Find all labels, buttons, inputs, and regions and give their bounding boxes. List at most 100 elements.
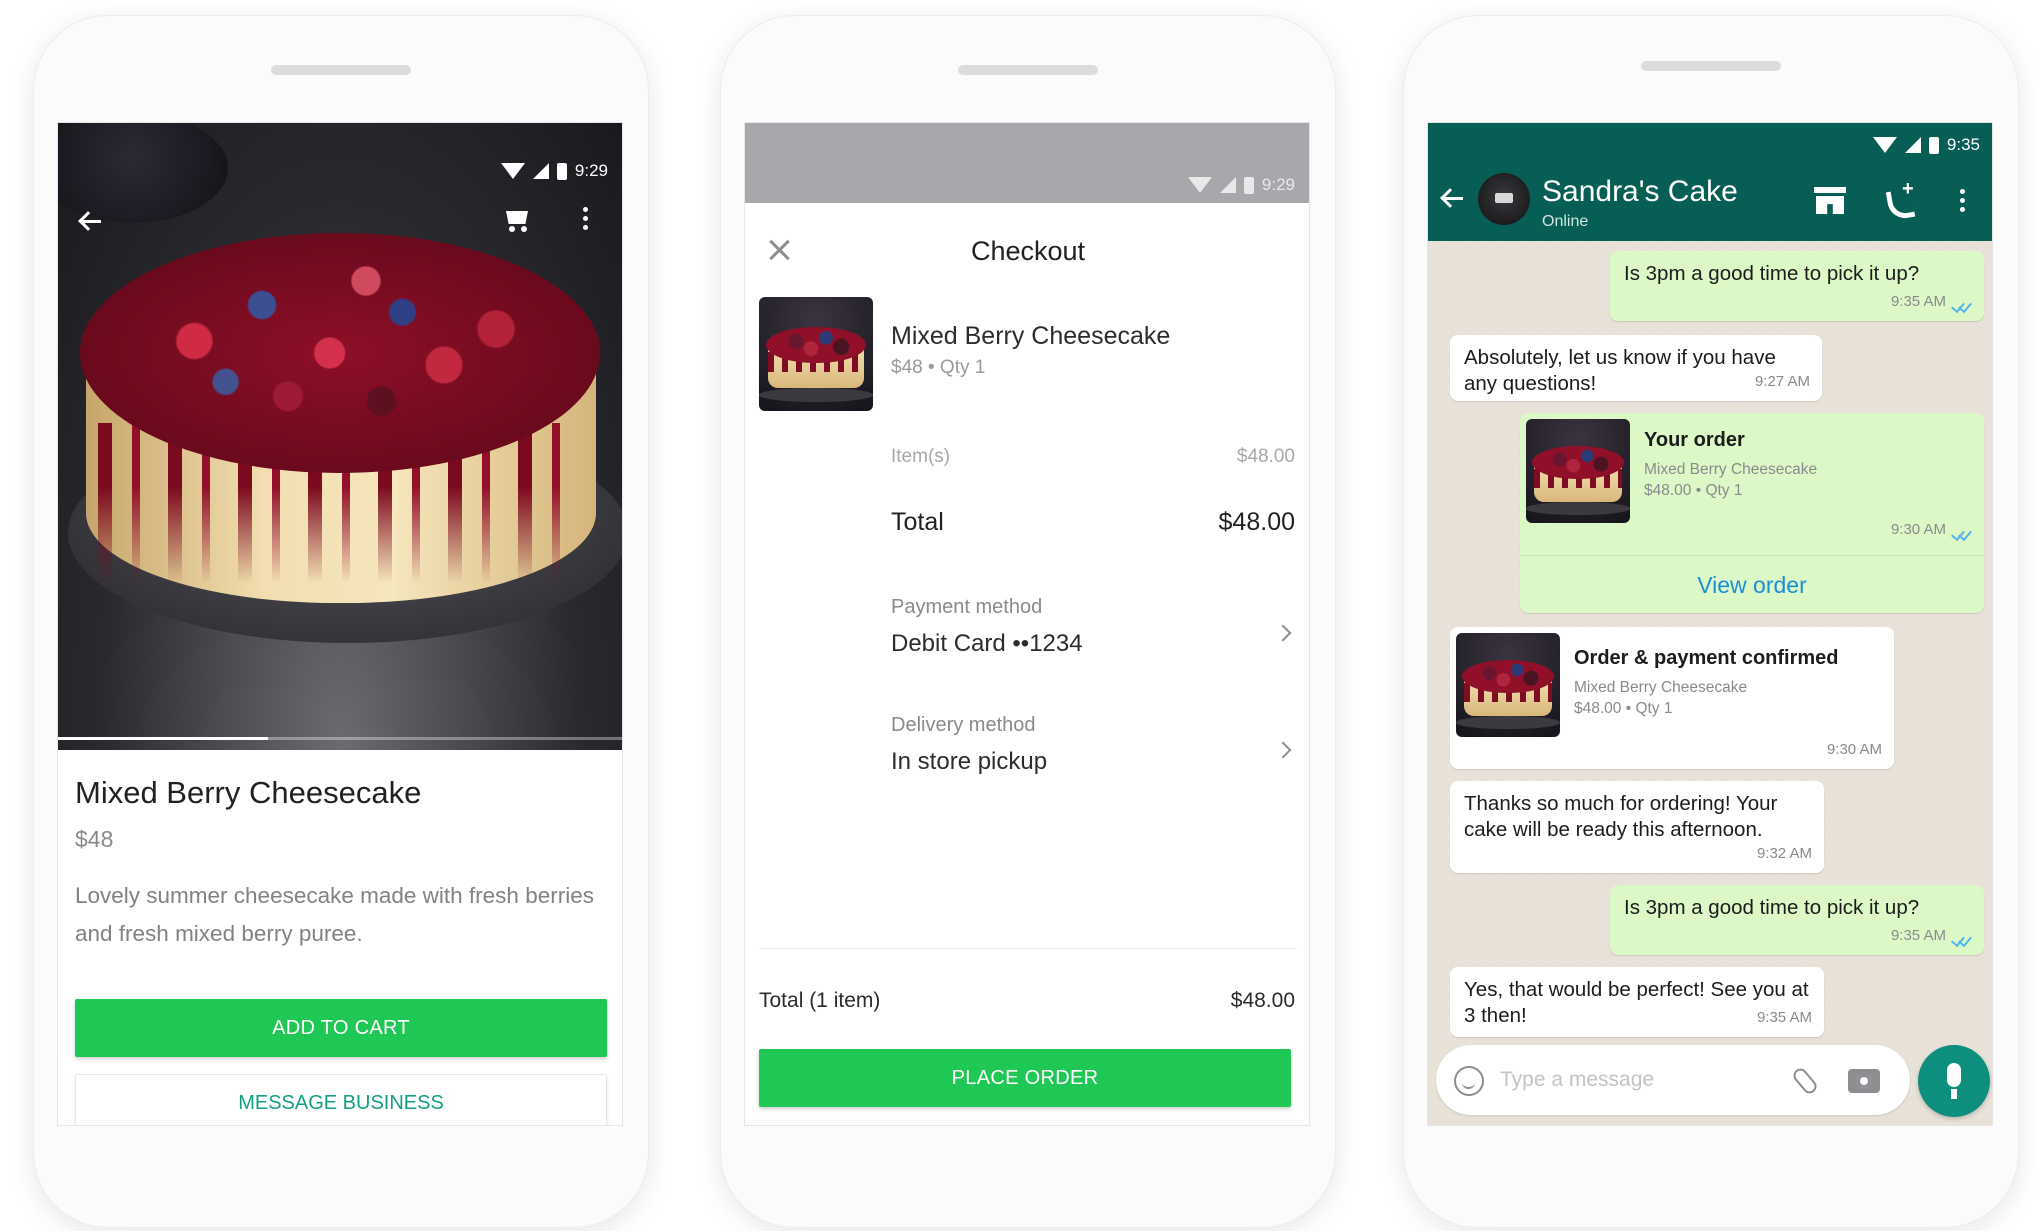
item-name: Mixed Berry Cheesecake	[891, 322, 1171, 350]
read-ticks-icon	[1950, 302, 1974, 312]
delivery-method-label: Delivery method	[891, 714, 1036, 736]
message-incoming: Yes, that would be perfect! See you at 3…	[1450, 967, 1824, 1037]
confirmed-card-text: Order & payment confirmed Mixed Berry Ch…	[1574, 645, 1839, 719]
wifi-icon	[1872, 137, 1897, 153]
message-time: 9:35 AM	[1756, 1009, 1812, 1026]
product-title: Mixed Berry Cheesecake	[75, 775, 422, 810]
chevron-right-icon	[1274, 624, 1292, 642]
back-arrow-icon[interactable]	[78, 209, 104, 233]
battery-icon	[556, 162, 567, 180]
message-time: 9:27 AM	[1754, 373, 1810, 390]
confirmed-card-title: Order & payment confirmed	[1574, 647, 1839, 669]
message-text: Is 3pm a good time to pick it up?	[1624, 262, 1920, 285]
checkout-screen: 9:29 Checkout Mixed Berry Cheesecake $48…	[744, 122, 1310, 1126]
message-outgoing: Is 3pm a good time to pick it up? 9:35 A…	[1610, 251, 1984, 321]
total-value: $48.00	[1218, 508, 1295, 536]
chat-screen: 9:35 Sandra's Cake Online Is 3pm a good …	[1427, 122, 1993, 1126]
message-text: Is 3pm a good time to pick it up?	[1624, 896, 1920, 919]
order-thumbnail	[1456, 633, 1560, 737]
signal-icon	[1904, 137, 1921, 153]
divider	[759, 948, 1297, 949]
confirmed-card-item: Mixed Berry Cheesecake	[1574, 679, 1748, 696]
cart-icon[interactable]	[502, 206, 532, 234]
order-card-text: Your order Mixed Berry Cheesecake $48.00…	[1644, 427, 1817, 501]
delivery-method-value: In store pickup	[891, 748, 1048, 775]
battery-icon	[1243, 176, 1254, 194]
phone-product: 9:29 Mixed Berry Cheesecake $48 Lovely s…	[34, 16, 648, 1227]
add-call-icon[interactable]	[1886, 178, 1916, 216]
order-card-price: $48.00 • Qty 1	[1644, 482, 1743, 499]
item-thumbnail	[759, 297, 873, 411]
camera-icon[interactable]	[1848, 1069, 1880, 1093]
footer-total-value: $48.00	[1230, 989, 1295, 1012]
items-label: Item(s)	[891, 446, 951, 467]
contact-status: Online	[1542, 213, 1589, 230]
phone-chat: 9:35 Sandra's Cake Online Is 3pm a good …	[1404, 16, 2018, 1227]
footer-total-label: Total (1 item)	[759, 989, 881, 1012]
view-order-button[interactable]: View order	[1520, 555, 1984, 613]
payment-method-value: Debit Card ••1234	[891, 630, 1083, 657]
order-card-item: Mixed Berry Cheesecake	[1644, 461, 1818, 478]
message-input[interactable]	[1500, 1065, 1760, 1095]
items-value: $48.00	[1236, 446, 1295, 467]
payment-method-label: Payment method	[891, 596, 1043, 618]
more-vert-icon[interactable]	[583, 207, 588, 230]
message-text: Thanks so much for ordering! Your cake w…	[1464, 792, 1778, 841]
message-incoming: Thanks so much for ordering! Your cake w…	[1450, 781, 1824, 873]
signal-icon	[1219, 177, 1236, 193]
confirmed-card-price: $48.00 • Qty 1	[1574, 700, 1673, 717]
product-price: $48	[75, 826, 114, 852]
read-ticks-icon	[1950, 936, 1974, 946]
phone-speaker	[958, 65, 1098, 75]
phone-speaker	[271, 65, 411, 75]
wifi-icon	[500, 163, 525, 179]
message-time: 9:35 AM	[1890, 927, 1946, 944]
message-time: 9:30 AM	[1826, 741, 1882, 758]
status-time: 9:29	[1261, 175, 1295, 194]
signal-icon	[532, 163, 549, 179]
message-incoming: Absolutely, let us know if you have any …	[1450, 335, 1822, 401]
contact-name[interactable]: Sandra's Cake	[1542, 175, 1738, 209]
order-thumbnail	[1526, 419, 1630, 523]
add-to-cart-button[interactable]: ADD TO CART	[75, 999, 607, 1057]
battery-icon	[1928, 136, 1939, 154]
product-screen: 9:29 Mixed Berry Cheesecake $48 Lovely s…	[57, 122, 623, 1126]
checkout-sheet: Checkout Mixed Berry Cheesecake $48 • Qt…	[745, 203, 1309, 1125]
message-time: 9:32 AM	[1756, 845, 1812, 862]
order-confirmed-card: Order & payment confirmed Mixed Berry Ch…	[1450, 627, 1894, 769]
back-arrow-icon[interactable]	[1440, 186, 1466, 210]
phone-checkout: 9:29 Checkout Mixed Berry Cheesecake $48…	[721, 16, 1335, 1227]
order-card-title: Your order	[1644, 429, 1745, 451]
place-order-button[interactable]: PLACE ORDER	[759, 1049, 1291, 1107]
message-text: Absolutely, let us know if you have any …	[1464, 346, 1776, 395]
message-composer	[1436, 1045, 1910, 1115]
message-time: 9:35 AM	[1890, 293, 1946, 310]
status-bar: 9:29	[1187, 175, 1295, 195]
checkout-title: Checkout	[970, 236, 1086, 266]
emoji-icon[interactable]	[1454, 1066, 1484, 1096]
message-outgoing: Is 3pm a good time to pick it up? 9:35 A…	[1610, 885, 1984, 955]
shop-icon[interactable]	[1814, 187, 1846, 215]
image-carousel-progress	[58, 737, 622, 740]
chevron-right-icon	[1274, 741, 1292, 759]
product-toolbar	[58, 201, 622, 241]
berry-topping	[80, 233, 600, 473]
wifi-icon	[1187, 177, 1212, 193]
read-ticks-icon	[1950, 530, 1974, 540]
mic-icon[interactable]	[1918, 1045, 1990, 1117]
avatar[interactable]	[1478, 173, 1530, 225]
more-vert-icon[interactable]	[1960, 189, 1965, 212]
status-bar: 9:29	[500, 161, 608, 181]
chat-header: 9:35 Sandra's Cake Online	[1428, 123, 1992, 241]
total-label: Total	[891, 508, 944, 536]
phone-speaker	[1641, 61, 1781, 71]
item-price-qty: $48 • Qty 1	[891, 357, 986, 378]
message-time: 9:30 AM	[1890, 521, 1946, 538]
attach-icon[interactable]	[1790, 1065, 1820, 1097]
product-description: Lovely summer cheesecake made with fresh…	[75, 883, 594, 946]
order-card-outgoing[interactable]: Your order Mixed Berry Cheesecake $48.00…	[1520, 413, 1984, 613]
message-business-button[interactable]: MESSAGE BUSINESS	[75, 1074, 607, 1125]
status-bar: 9:35	[1872, 135, 1980, 155]
status-time: 9:35	[1946, 135, 1980, 154]
status-time: 9:29	[574, 161, 608, 180]
